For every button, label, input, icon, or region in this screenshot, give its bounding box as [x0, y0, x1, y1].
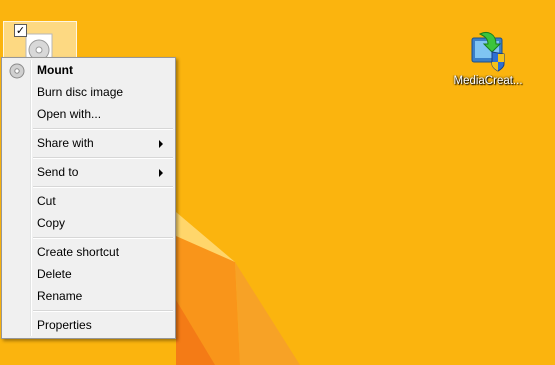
menu-item-label: Open with... — [37, 107, 102, 121]
menu-item-copy[interactable]: Copy — [4, 213, 173, 234]
menu-item-label: Cut — [37, 194, 56, 208]
menu-item-mount[interactable]: Mount — [4, 60, 173, 81]
media-creation-tool-shortcut[interactable]: MediaCreat... — [450, 30, 526, 87]
menu-item-cut[interactable]: Cut — [4, 191, 173, 212]
submenu-arrow-icon — [159, 169, 163, 177]
disc-icon — [9, 63, 25, 79]
menu-separator — [33, 310, 173, 312]
menu-item-delete[interactable]: Delete — [4, 264, 173, 285]
menu-item-label: Create shortcut — [37, 245, 120, 259]
media-creation-tool-icon — [471, 31, 505, 72]
menu-item-label: Burn disc image — [37, 85, 124, 99]
menu-separator — [33, 128, 173, 130]
menu-separator — [33, 186, 173, 188]
desktop[interactable]: ✓ MediaCreat... Mount Burn disc image Op… — [0, 0, 555, 365]
menu-item-label: Copy — [37, 216, 66, 230]
menu-item-label: Properties — [37, 318, 92, 332]
menu-separator — [33, 237, 173, 239]
menu-item-label: Share with — [37, 136, 94, 150]
submenu-arrow-icon — [159, 140, 163, 148]
menu-separator — [33, 157, 173, 159]
menu-item-send-to[interactable]: Send to — [4, 162, 173, 183]
context-menu: Mount Burn disc image Open with... Share… — [1, 57, 176, 339]
menu-item-burn-disc-image[interactable]: Burn disc image — [4, 82, 173, 103]
menu-item-rename[interactable]: Rename — [4, 286, 173, 307]
menu-item-open-with[interactable]: Open with... — [4, 104, 173, 125]
media-creation-tool-label: MediaCreat... — [453, 75, 523, 87]
menu-item-create-shortcut[interactable]: Create shortcut — [4, 242, 173, 263]
file-selection-checkbox[interactable]: ✓ — [14, 24, 27, 37]
menu-item-properties[interactable]: Properties — [4, 315, 173, 336]
menu-item-label: Mount — [37, 63, 73, 77]
menu-item-label: Delete — [37, 267, 72, 281]
menu-item-label: Send to — [37, 165, 79, 179]
menu-item-label: Rename — [37, 289, 83, 303]
menu-item-share-with[interactable]: Share with — [4, 133, 173, 154]
